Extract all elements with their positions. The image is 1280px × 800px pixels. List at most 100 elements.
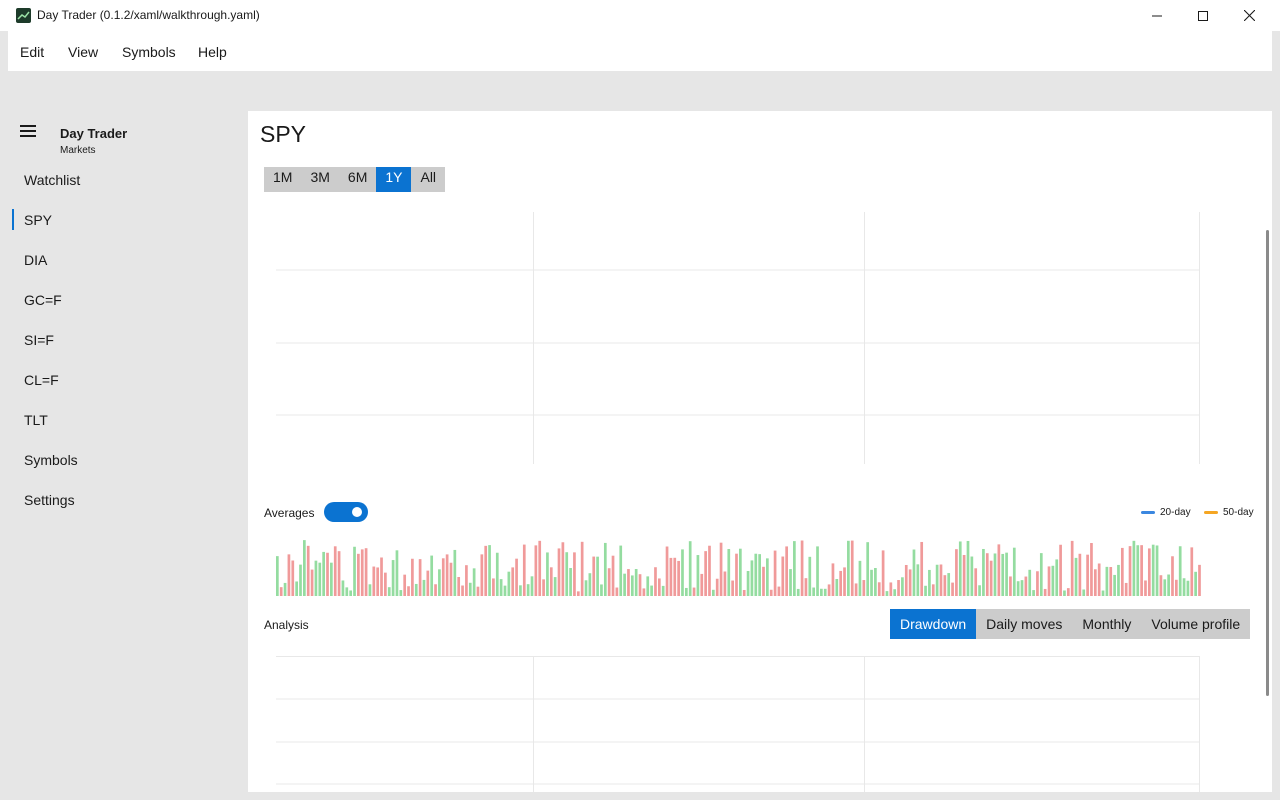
- vertical-scrollbar[interactable]: [1266, 230, 1269, 696]
- volume-bar: [1144, 580, 1147, 596]
- volume-bar: [839, 570, 843, 596]
- sidebar-item-spy[interactable]: SPY: [24, 212, 52, 228]
- averages-toggle[interactable]: [324, 502, 368, 522]
- volume-bar: [322, 551, 325, 596]
- volume-bar: [357, 553, 360, 596]
- tab-volume-profile[interactable]: Volume profile: [1141, 609, 1250, 639]
- volume-bar: [1198, 564, 1201, 596]
- minimize-button[interactable]: [1134, 0, 1180, 31]
- volume-bar: [1063, 590, 1066, 596]
- volume-bar: [874, 568, 877, 596]
- volume-bar: [657, 578, 661, 596]
- volume-bar: [962, 554, 966, 596]
- volume-bar: [681, 549, 684, 596]
- volume-bar: [997, 544, 1001, 596]
- volume-bar: [1117, 564, 1120, 596]
- menu-edit[interactable]: Edit: [20, 44, 44, 60]
- hamburger-menu-icon[interactable]: [20, 125, 36, 137]
- volume-bar: [546, 552, 549, 596]
- volume-bar: [692, 587, 696, 596]
- volume-bar: [677, 560, 680, 596]
- volume-bar: [1001, 553, 1005, 596]
- volume-bar: [511, 567, 515, 596]
- volume-bar: [565, 552, 569, 596]
- volume-bar: [600, 584, 603, 596]
- volume-bar: [1039, 553, 1043, 596]
- tab-drawdown[interactable]: Drawdown: [890, 609, 977, 639]
- volume-bar: [569, 567, 572, 596]
- volume-bar: [403, 574, 407, 596]
- volume-bar: [947, 573, 951, 596]
- sidebar-item-settings[interactable]: Settings: [24, 492, 75, 508]
- volume-bar: [893, 589, 897, 596]
- volume-bar: [935, 564, 939, 596]
- volume-bar: [781, 556, 785, 596]
- volume-bar: [958, 541, 962, 596]
- volume-bar: [928, 569, 931, 596]
- volume-bar: [623, 573, 626, 596]
- volume-bar: [522, 544, 526, 596]
- sidebar-item-crude[interactable]: CL=F: [24, 372, 59, 388]
- volume-bar: [534, 545, 538, 596]
- sidebar-item-gold[interactable]: GC=F: [24, 292, 62, 308]
- volume-bar: [303, 540, 306, 596]
- volume-bar: [796, 588, 800, 596]
- volume-bar: [1190, 547, 1194, 596]
- volume-bar: [337, 551, 341, 596]
- legend-label-50-day: 50-day: [1223, 507, 1254, 518]
- volume-bar: [970, 556, 974, 596]
- volume-bar: [974, 568, 978, 596]
- volume-bar: [1093, 569, 1097, 596]
- volume-bar: [1120, 547, 1124, 596]
- volume-bar: [634, 569, 638, 596]
- menu-symbols[interactable]: Symbols: [122, 44, 176, 60]
- volume-bar: [820, 588, 823, 596]
- volume-bar: [399, 590, 403, 596]
- maximize-button[interactable]: [1180, 0, 1226, 31]
- range-button-1m[interactable]: 1M: [264, 167, 301, 192]
- window-frame-left: [0, 31, 8, 800]
- menu-help[interactable]: Help: [198, 44, 227, 60]
- volume-bar: [318, 562, 322, 596]
- range-button-6m[interactable]: 6M: [339, 167, 376, 192]
- volume-bar: [495, 552, 499, 596]
- volume-bar: [1178, 546, 1182, 596]
- range-button-3m[interactable]: 3M: [301, 167, 338, 192]
- volume-bar: [1097, 563, 1101, 596]
- close-button[interactable]: [1226, 0, 1272, 31]
- volume-bar: [746, 571, 750, 596]
- volume-bar: [1082, 589, 1086, 596]
- volume-bar: [742, 589, 746, 596]
- volume-bar: [642, 588, 646, 596]
- window-frame-bottom: [0, 792, 1280, 800]
- range-button-all[interactable]: All: [411, 167, 445, 192]
- volume-bar: [951, 582, 954, 596]
- range-button-1y[interactable]: 1Y: [376, 167, 412, 192]
- range-selector: 1M 3M 6M 1Y All: [264, 167, 446, 192]
- volume-bar: [1136, 545, 1140, 596]
- volume-bar: [816, 546, 819, 596]
- volume-bar: [669, 557, 673, 596]
- volume-bar: [1132, 540, 1136, 596]
- close-icon: [1243, 10, 1255, 21]
- menu-view[interactable]: View: [68, 44, 98, 60]
- volume-bar: [665, 546, 669, 596]
- volume-bar: [391, 560, 395, 596]
- volume-bar: [650, 585, 653, 596]
- tab-daily-moves[interactable]: Daily moves: [976, 609, 1072, 639]
- tab-monthly[interactable]: Monthly: [1072, 609, 1141, 639]
- volume-bar: [1036, 571, 1039, 596]
- sidebar-item-dia[interactable]: DIA: [24, 252, 47, 268]
- volume-bar: [1113, 574, 1116, 596]
- volume-bar: [912, 549, 916, 596]
- volume-bar: [684, 587, 688, 596]
- sidebar-item-symbols[interactable]: Symbols: [24, 452, 78, 468]
- sidebar-item-silver[interactable]: SI=F: [24, 332, 54, 348]
- sidebar-item-watchlist[interactable]: Watchlist: [24, 172, 80, 188]
- volume-bar: [931, 584, 935, 596]
- volume-bar: [492, 578, 495, 596]
- volume-bar: [1032, 590, 1035, 596]
- legend-item-50-day: 50-day: [1204, 507, 1254, 518]
- volume-bar: [800, 540, 804, 596]
- sidebar-item-tlt[interactable]: TLT: [24, 412, 48, 428]
